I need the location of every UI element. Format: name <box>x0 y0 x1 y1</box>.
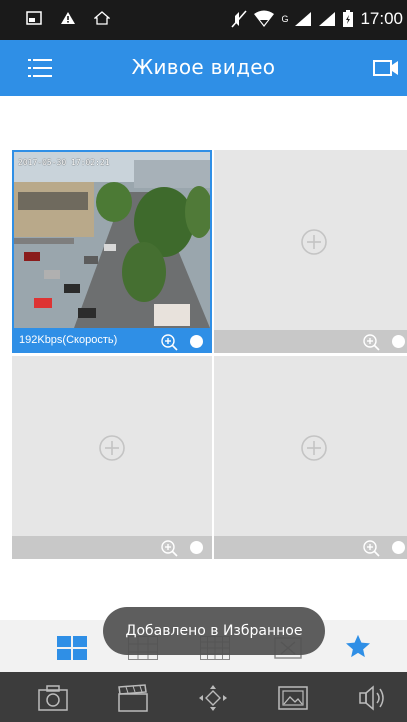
signal-icon-2 <box>319 12 336 26</box>
cell-toolbar: 192Kbps(Скорость) <box>12 330 212 353</box>
toast-notification: Добавлено в Избранное <box>103 607 325 655</box>
snapshot-icon[interactable] <box>38 684 68 712</box>
home-icon <box>94 11 110 25</box>
camera-switch-icon[interactable] <box>373 58 399 78</box>
street-scene-image <box>14 152 213 328</box>
video-cell-3[interactable] <box>12 356 212 559</box>
zoom-in-icon[interactable] <box>160 333 178 351</box>
ptz-icon[interactable] <box>198 684 228 712</box>
gallery-icon[interactable] <box>278 684 308 712</box>
cell-toolbar <box>214 330 407 353</box>
status-left-icons <box>26 11 110 25</box>
empty-channel[interactable] <box>214 356 407 536</box>
add-channel-icon[interactable] <box>98 434 126 462</box>
battery-icon <box>343 10 354 27</box>
record-dot-icon[interactable] <box>190 541 203 554</box>
record-dot-icon[interactable] <box>190 335 203 348</box>
record-dot-icon[interactable] <box>392 335 405 348</box>
video-cell-1[interactable]: 2017-05-30 17:02:21 192Kbps(Скорость) <box>12 150 213 353</box>
warning-icon <box>61 12 75 24</box>
sound-icon[interactable] <box>358 684 388 712</box>
signal-icon <box>295 12 312 26</box>
osd-timestamp: 2017-05-30 17:02:21 <box>18 158 110 167</box>
control-bar <box>0 672 407 722</box>
zoom-in-icon[interactable] <box>160 539 178 557</box>
empty-channel[interactable] <box>214 150 407 330</box>
wifi-icon <box>254 10 275 27</box>
record-icon[interactable] <box>118 684 148 712</box>
cell-toolbar <box>214 536 407 559</box>
status-time: 17:00 <box>360 9 403 28</box>
video-cell-2[interactable] <box>214 150 407 353</box>
zoom-in-icon[interactable] <box>362 539 380 557</box>
record-dot-icon[interactable] <box>392 541 405 554</box>
bitrate-label: 192Kbps(Скорость) <box>19 334 118 346</box>
mute-icon <box>231 10 248 28</box>
favorite-star-icon[interactable] <box>343 634 373 658</box>
video-feed[interactable]: 2017-05-30 17:02:21 <box>12 150 213 330</box>
screenshot-icon <box>26 11 42 25</box>
add-channel-icon[interactable] <box>300 434 328 462</box>
cell-toolbar <box>12 536 212 559</box>
layout-4-icon[interactable] <box>57 636 87 660</box>
empty-channel[interactable] <box>12 356 212 536</box>
video-grid: 2017-05-30 17:02:21 192Kbps(Скорость) <box>12 150 407 559</box>
app-bar: Живое видео <box>0 40 407 96</box>
add-channel-icon[interactable] <box>300 228 328 256</box>
network-type-label: G <box>281 14 289 24</box>
page-title: Живое видео <box>131 55 276 79</box>
zoom-in-icon[interactable] <box>362 333 380 351</box>
video-cell-4[interactable] <box>214 356 407 559</box>
status-right-icons: G 17:00 <box>231 9 403 29</box>
status-bar: G 17:00 <box>0 0 407 40</box>
